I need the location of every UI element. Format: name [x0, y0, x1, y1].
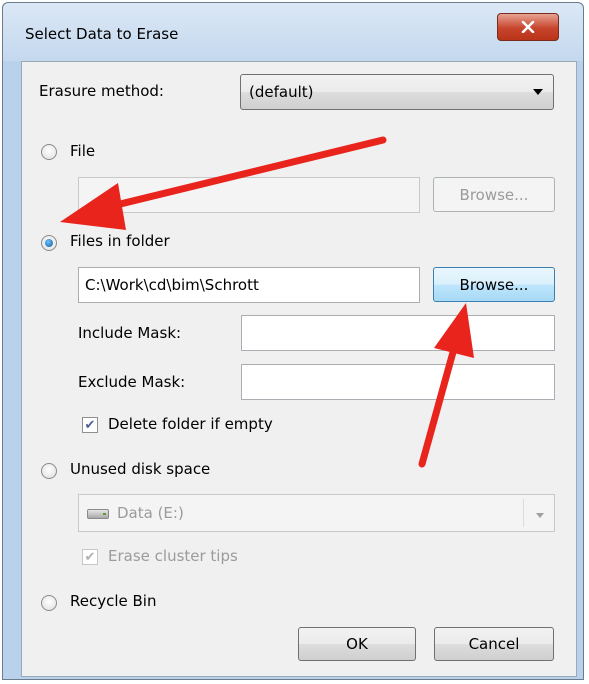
chevron-down-icon [536, 513, 544, 518]
chevron-down-icon [533, 89, 543, 95]
files-in-folder-label: Files in folder [70, 232, 170, 250]
unused-disk-space-radio[interactable] [41, 463, 57, 479]
file-radio-label: File [70, 142, 96, 160]
cluster-tips-label: Erase cluster tips [108, 547, 238, 565]
drive-icon [87, 509, 109, 519]
cancel-button[interactable]: Cancel [434, 627, 554, 661]
drive-select-value: Data (E:) [117, 504, 184, 522]
checkmark-icon: ✔ [84, 417, 96, 433]
window-title: Select Data to Erase [25, 25, 179, 43]
dialog-window: Select Data to Erase Erasure method: (de… [2, 2, 584, 680]
close-button[interactable] [497, 13, 559, 41]
erasure-method-label: Erasure method: [39, 82, 164, 100]
folder-path-input[interactable]: C:\Work\cd\bim\Schrott [78, 267, 420, 303]
close-icon [521, 21, 535, 33]
erasure-method-value: (default) [249, 83, 314, 101]
folder-browse-button[interactable]: Browse... [433, 267, 555, 302]
recycle-bin-label: Recycle Bin [70, 592, 157, 610]
file-path-input[interactable] [78, 177, 420, 213]
include-mask-input[interactable] [241, 315, 555, 351]
exclude-mask-input[interactable] [241, 364, 555, 400]
erasure-method-select[interactable]: (default) [240, 74, 554, 110]
include-mask-label: Include Mask: [78, 324, 182, 342]
file-browse-button[interactable]: Browse... [433, 177, 555, 212]
title-bar[interactable]: Select Data to Erase [3, 3, 583, 61]
recycle-bin-radio[interactable] [41, 595, 57, 611]
unused-disk-space-label: Unused disk space [70, 460, 211, 478]
dialog-content: Erasure method: (default) File Browse...… [21, 61, 577, 677]
checkmark-icon: ✔ [84, 549, 96, 565]
delete-folder-checkbox[interactable]: ✔ [82, 417, 98, 433]
file-radio[interactable] [41, 144, 57, 160]
delete-folder-label: Delete folder if empty [108, 415, 273, 433]
exclude-mask-label: Exclude Mask: [78, 373, 186, 391]
ok-button[interactable]: OK [298, 627, 416, 661]
files-in-folder-radio[interactable] [41, 235, 57, 251]
drive-select[interactable]: Data (E:) [78, 494, 555, 532]
cluster-tips-checkbox[interactable]: ✔ [82, 549, 98, 565]
